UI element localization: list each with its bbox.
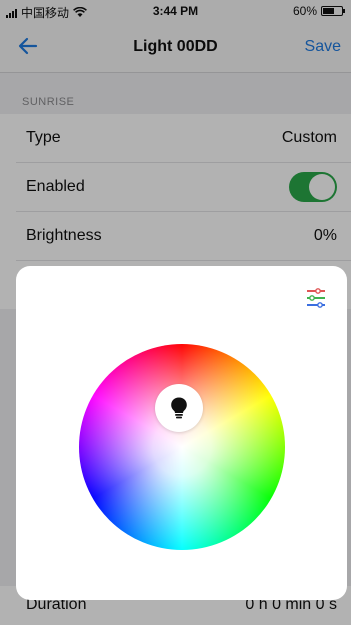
color-wheel[interactable] — [79, 344, 285, 550]
lightbulb-icon — [171, 397, 187, 419]
screen: 中国移动 3:44 PM 60% Light 00DD Save SUNRISE — [0, 0, 351, 625]
sliders-icon[interactable] — [305, 288, 327, 308]
color-selector-handle[interactable] — [155, 384, 203, 432]
color-picker-modal — [16, 266, 347, 600]
color-wheel-saturation — [79, 344, 285, 550]
